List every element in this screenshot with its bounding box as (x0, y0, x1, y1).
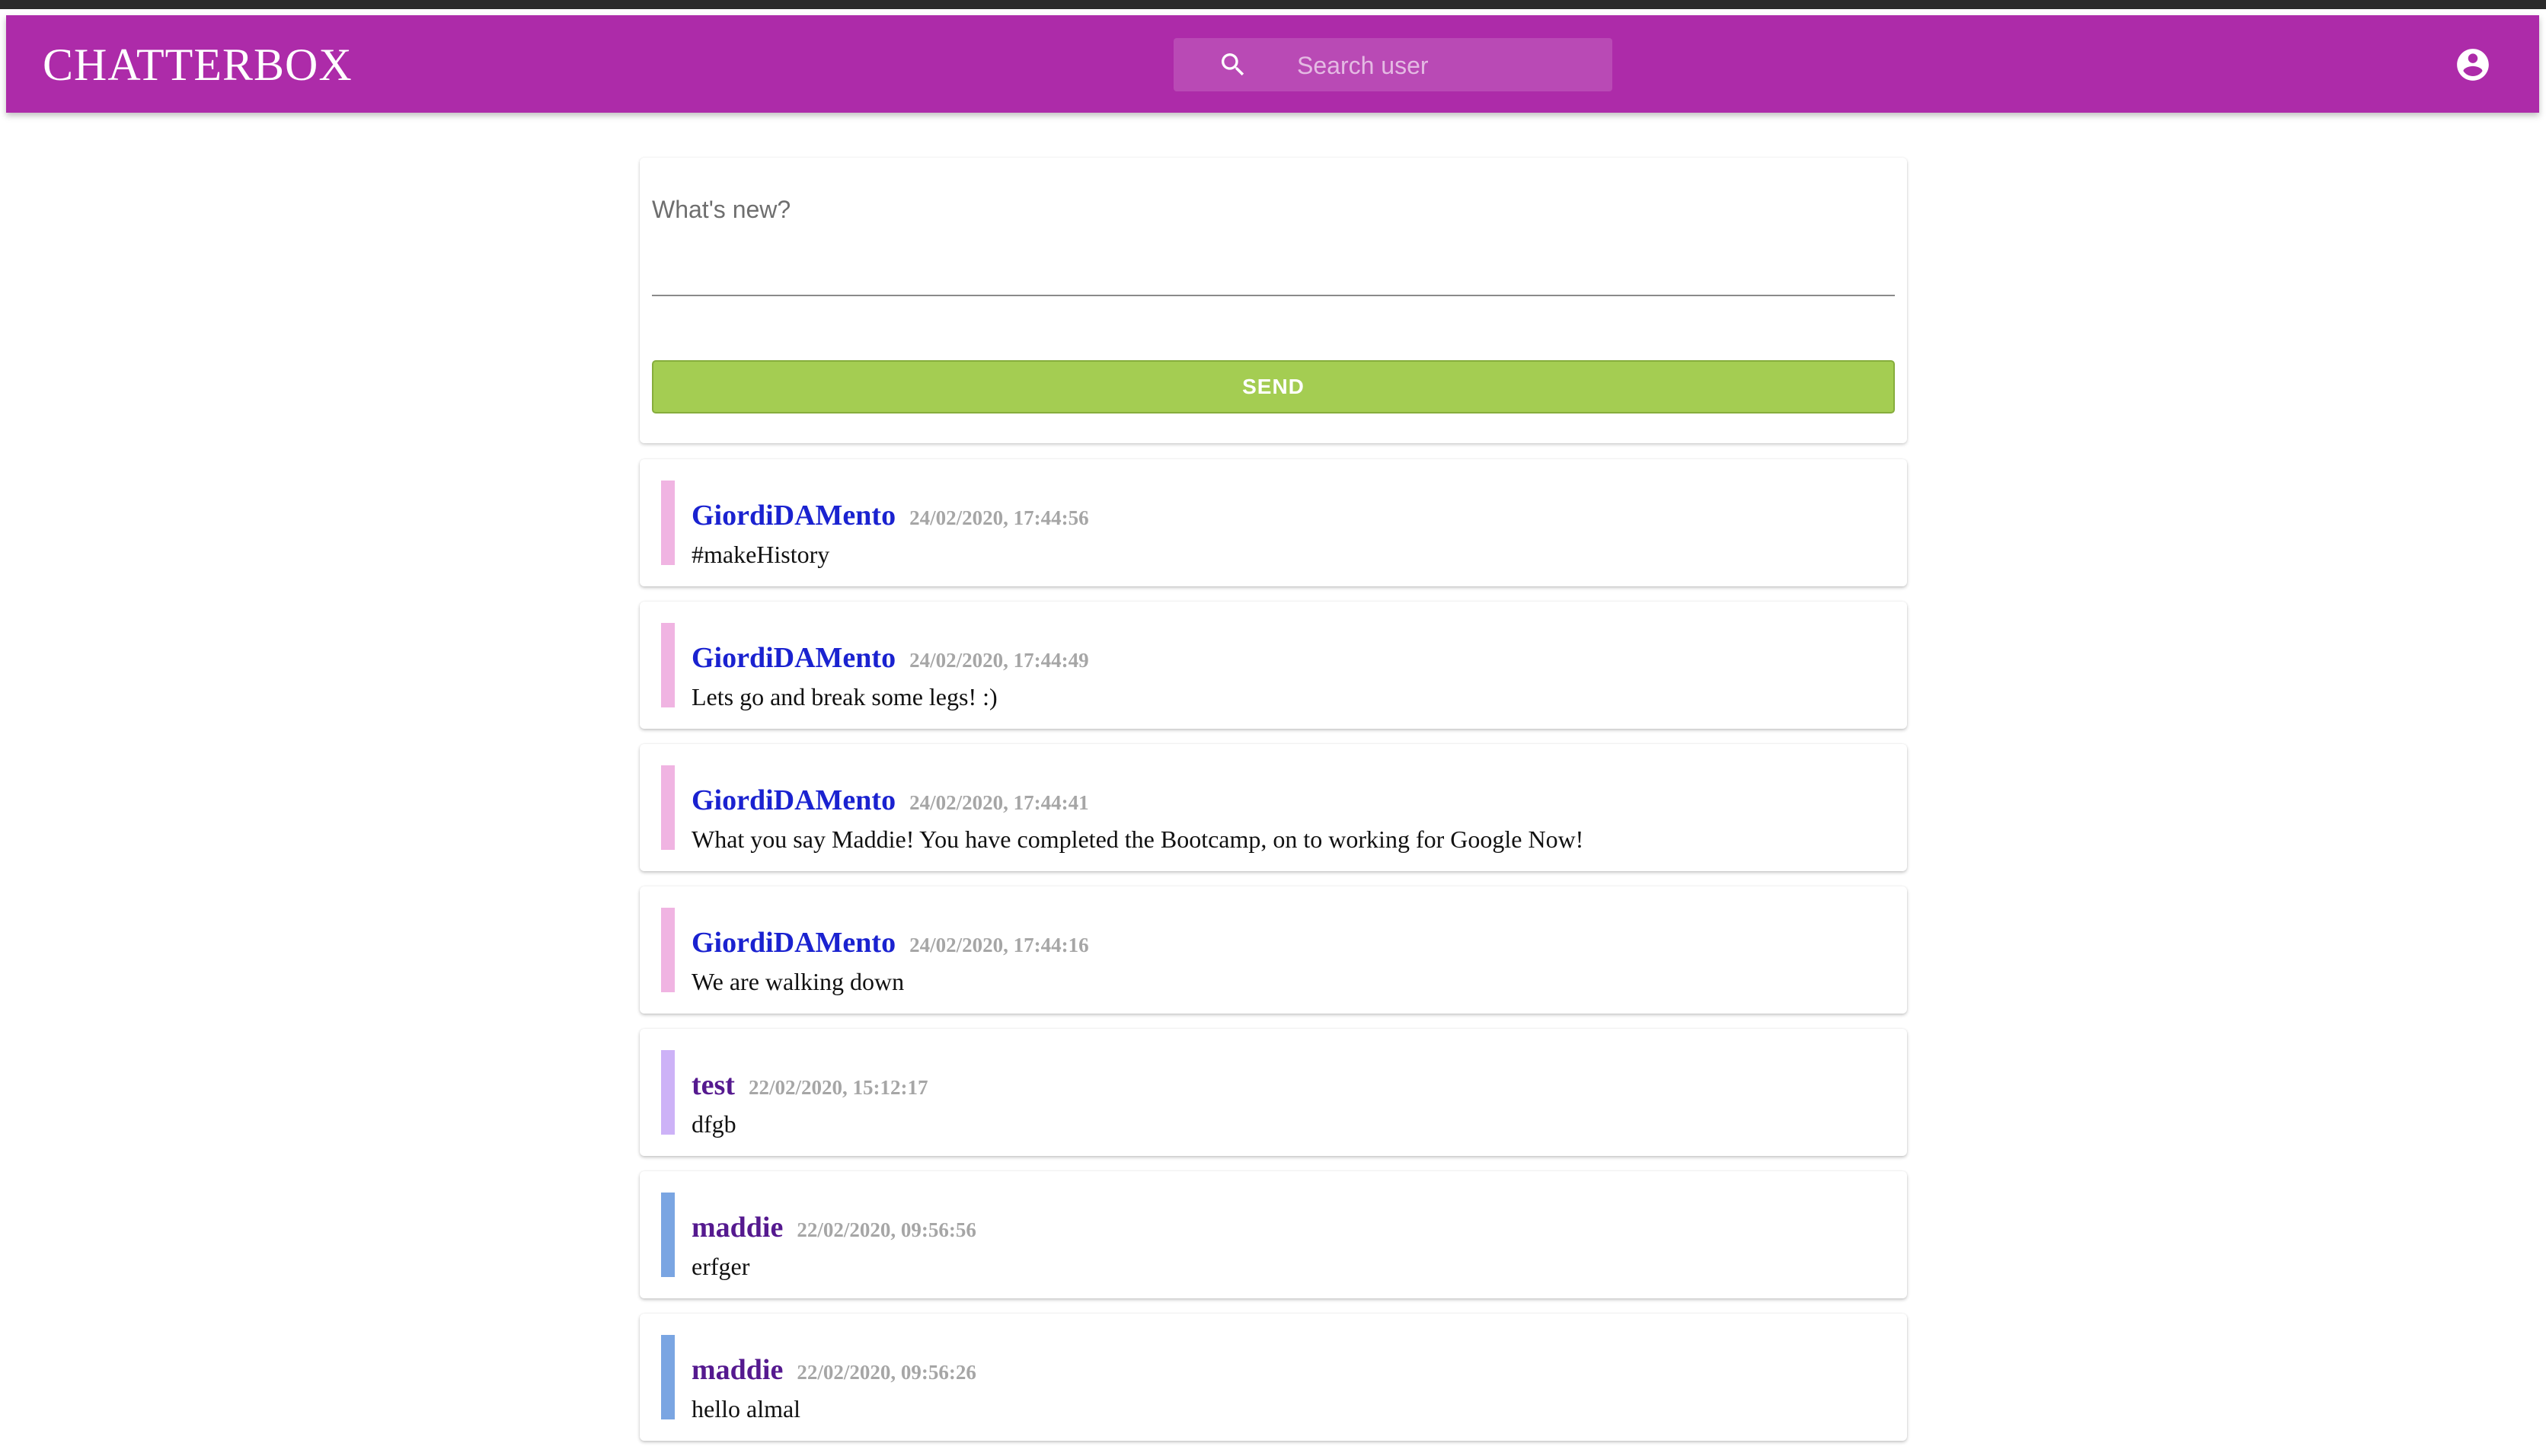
message-text: hello almal (692, 1395, 801, 1422)
message-feed: GiordiDAMento 24/02/2020, 17:44:56 #makeH… (640, 459, 1907, 1456)
message-author[interactable]: maddie 22/02/2020, 09:56:56 (692, 1211, 976, 1247)
message-timestamp: 24/02/2020, 17:44:16 (909, 934, 1089, 956)
message-text: What you say Maddie! You have completed … (692, 825, 1584, 853)
window-top-strip (0, 0, 2546, 9)
message-text: dfgb (692, 1110, 736, 1138)
app-title[interactable]: CHATTERBOX (43, 38, 353, 91)
message-author[interactable]: maddie 22/02/2020, 09:56:26 (692, 1353, 976, 1389)
author-name[interactable]: GiordiDAMento (692, 784, 896, 816)
message-card: maddie 22/02/2020, 09:56:56 erfger (640, 1171, 1907, 1298)
message-author[interactable]: GiordiDAMento 24/02/2020, 17:44:41 (692, 784, 1089, 819)
message-author[interactable]: GiordiDAMento 24/02/2020, 17:44:56 (692, 499, 1089, 535)
message-timestamp: 24/02/2020, 17:44:41 (909, 791, 1089, 814)
message-card: GiordiDAMento 24/02/2020, 17:44:49 Lets g… (640, 602, 1907, 729)
message-text: Lets go and break some legs! :) (692, 683, 998, 710)
message-accent-bar (661, 1050, 675, 1135)
message-author[interactable]: GiordiDAMento 24/02/2020, 17:44:16 (692, 926, 1089, 962)
author-name[interactable]: GiordiDAMento (692, 500, 896, 532)
message-accent-bar (661, 1335, 675, 1419)
message-card: maddie 22/02/2020, 09:56:26 hello almal (640, 1314, 1907, 1441)
message-input[interactable] (652, 196, 1895, 296)
message-timestamp: 22/02/2020, 09:56:26 (797, 1361, 976, 1384)
message-timestamp: 22/02/2020, 15:12:17 (748, 1076, 928, 1099)
message-accent-bar (661, 908, 675, 992)
account-circle-icon[interactable] (2454, 46, 2492, 84)
author-name[interactable]: test (692, 1069, 735, 1101)
message-timestamp: 24/02/2020, 17:44:56 (909, 506, 1089, 529)
message-accent-bar (661, 623, 675, 707)
author-name[interactable]: maddie (692, 1354, 783, 1386)
post-composer: SEND (640, 158, 1907, 443)
message-author[interactable]: GiordiDAMento 24/02/2020, 17:44:49 (692, 641, 1089, 677)
search-icon (1222, 53, 1244, 76)
message-card: GiordiDAMento 24/02/2020, 17:44:16 We are… (640, 886, 1907, 1014)
message-card: test 22/02/2020, 15:12:17 dfgb (640, 1029, 1907, 1156)
message-card: GiordiDAMento 24/02/2020, 17:44:56 #makeH… (640, 459, 1907, 586)
message-text: #makeHistory (692, 541, 830, 568)
message-accent-bar (661, 1193, 675, 1277)
message-timestamp: 22/02/2020, 09:56:56 (797, 1218, 976, 1241)
search-input[interactable] (1295, 38, 1603, 93)
message-author[interactable]: test 22/02/2020, 15:12:17 (692, 1068, 928, 1104)
author-name[interactable]: GiordiDAMento (692, 642, 896, 674)
message-card: GiordiDAMento 24/02/2020, 17:44:41 What y… (640, 744, 1907, 871)
message-timestamp: 24/02/2020, 17:44:49 (909, 649, 1089, 672)
send-button[interactable]: SEND (652, 360, 1895, 413)
message-text: We are walking down (692, 968, 905, 995)
message-accent-bar (661, 765, 675, 850)
message-accent-bar (661, 481, 675, 565)
app-bar: CHATTERBOX (6, 15, 2539, 113)
search-box[interactable] (1174, 38, 1612, 93)
author-name[interactable]: maddie (692, 1212, 783, 1244)
message-text: erfger (692, 1253, 750, 1280)
author-name[interactable]: GiordiDAMento (692, 927, 896, 959)
